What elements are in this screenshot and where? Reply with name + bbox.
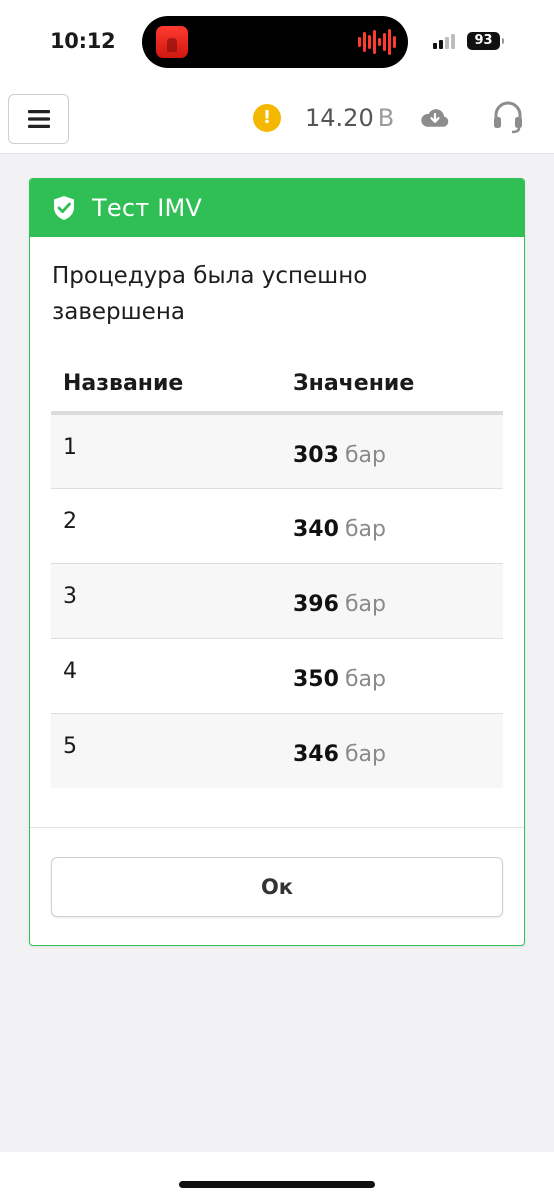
value-number: 396	[293, 591, 339, 617]
bottom-safe-area	[0, 1152, 554, 1200]
value-number: 303	[293, 443, 339, 468]
row-name: 4	[51, 637, 277, 713]
voltage-unit: В	[377, 104, 395, 132]
recording-app-icon	[156, 26, 188, 58]
row-name: 1	[51, 413, 277, 488]
menu-icon	[27, 110, 50, 128]
table-row: 4 350 бар	[51, 637, 503, 713]
row-value: 346 бар	[277, 712, 503, 788]
value-unit: бар	[344, 516, 386, 542]
dialog-footer: Ок	[30, 827, 524, 945]
status-bar: 10:12 93	[0, 0, 554, 84]
value-number: 340	[293, 516, 339, 542]
app-header: ! 14.20 В	[0, 84, 554, 154]
value-number: 350	[293, 666, 339, 692]
status-time: 10:12	[50, 29, 116, 53]
cloud-download-icon[interactable]	[420, 106, 450, 130]
value-unit: бар	[344, 443, 386, 468]
home-indicator[interactable]	[179, 1181, 375, 1188]
results-table: Название Значение 1 303 бар 2 340 бар 3 39…	[51, 355, 503, 788]
row-name: 3	[51, 562, 277, 638]
shield-check-icon	[54, 196, 74, 220]
cellular-signal-icon	[433, 34, 455, 49]
table-row: 5 346 бар	[51, 712, 503, 788]
test-result-dialog: Тест IMV Процедура была успешно завершен…	[29, 178, 525, 946]
row-value: 350 бар	[277, 637, 503, 713]
row-name: 5	[51, 712, 277, 788]
row-name: 2	[51, 487, 277, 563]
menu-button[interactable]	[8, 94, 69, 144]
row-value: 396 бар	[277, 562, 503, 638]
dialog-title: Тест IMV	[92, 194, 203, 222]
battery-indicator: 93	[467, 32, 504, 50]
table-row: 3 396 бар	[51, 562, 503, 638]
table-row: 2 340 бар	[51, 487, 503, 563]
voltage-value: 14.20	[305, 104, 374, 132]
row-value: 303 бар	[277, 413, 503, 488]
value-unit: бар	[344, 666, 386, 692]
table-header-row: Название Значение	[51, 355, 503, 415]
column-header-value: Значение	[277, 355, 503, 415]
column-header-name: Название	[51, 355, 277, 415]
value-unit: бар	[344, 741, 386, 767]
headset-icon[interactable]	[492, 100, 524, 134]
table-row: 1 303 бар	[51, 413, 503, 488]
warning-icon[interactable]: !	[253, 104, 281, 132]
value-unit: бар	[344, 591, 386, 617]
dynamic-island[interactable]	[142, 16, 408, 68]
dialog-header: Тест IMV	[30, 179, 524, 237]
dialog-message: Процедура была успешно завершена	[52, 263, 368, 325]
audio-waveform-icon	[358, 28, 396, 56]
voltage-readout: 14.20 В	[305, 104, 394, 132]
value-number: 346	[293, 741, 339, 767]
ok-button[interactable]: Ок	[51, 857, 503, 917]
row-value: 340 бар	[277, 487, 503, 563]
